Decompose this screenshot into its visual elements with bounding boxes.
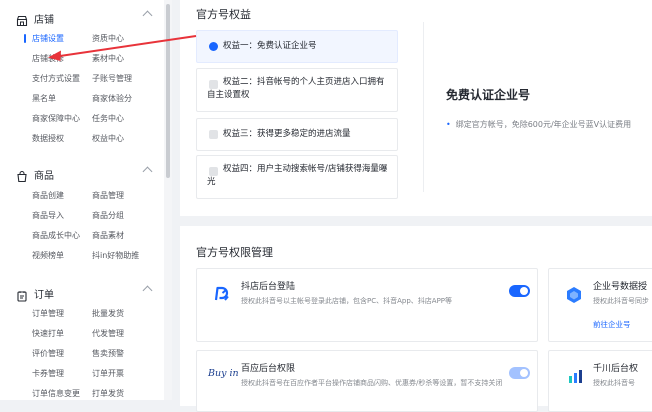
order-icon <box>16 287 28 302</box>
sidebar-item-video-ranking[interactable]: 视频榜单 <box>32 250 64 261</box>
verified-icon <box>209 42 218 51</box>
traffic-icon <box>209 130 218 139</box>
permission-title: 抖店后台登陆 <box>241 282 296 292</box>
sidebar-item-tasks[interactable]: 任务中心 <box>92 113 124 124</box>
sidebar-item-subaccounts[interactable]: 子账号管理 <box>92 73 132 84</box>
sidebar-item-product-create[interactable]: 商品创建 <box>32 190 64 201</box>
permission-desc: 授权此抖音号以主帐号登录此店铺，包含PC、抖音App、抖店APP等 <box>241 297 453 305</box>
benefit-label: 权益四：用户主动搜索帐号/店铺获得海量曝光 <box>207 164 388 187</box>
sidebar-item-dropship[interactable]: 代发管理 <box>92 328 124 339</box>
store-icon <box>16 12 28 27</box>
sidebar-item-product-import[interactable]: 商品导入 <box>32 210 64 221</box>
permission-card-qianchuan: 千川后台权 授权此抖音号 <box>548 350 652 412</box>
buyin-logo: Buy in <box>208 368 239 379</box>
sidebar: 店铺 店铺设置 资质中心 店铺装修 素材中心 支付方式设置 子账号管理 黑名单 … <box>0 0 164 400</box>
permission-title: 百应后台权限 <box>241 364 296 374</box>
sidebar-item-payment[interactable]: 支付方式设置 <box>32 73 80 84</box>
benefit-detail-text: 绑定官方帐号，免除600元/年企业号蓝V认证费用 <box>455 120 632 129</box>
sidebar-section-title: 商品 <box>34 170 54 182</box>
sidebar-item-order-change[interactable]: 订单信息变更 <box>32 388 80 399</box>
chevron-up-icon[interactable] <box>142 166 153 177</box>
benefits-card: 官方号权益 权益一：免费认证企业号 权益二：抖音帐号的个人主页进店入口拥有自主设… <box>180 0 652 216</box>
sidebar-scrollbar-thumb[interactable] <box>166 4 170 178</box>
sidebar-item-quick-print[interactable]: 快速打单 <box>32 328 64 339</box>
permission-desc: 授权此抖音号 <box>593 379 635 387</box>
sidebar-item-benefits[interactable]: 权益中心 <box>92 133 124 144</box>
benefit-label: 权益一：免费认证企业号 <box>223 41 317 51</box>
sidebar-section-title: 店铺 <box>34 14 54 26</box>
sidebar-section-header[interactable]: 商品 <box>16 166 54 183</box>
benefit-item-3[interactable]: 权益三：获得更多稳定的进店流量 <box>196 118 398 151</box>
permission-desc: 授权此抖音号在百应作者平台操作店铺商品闪购、优惠券/秒杀等设置，暂不支持关闭 <box>241 379 503 387</box>
permissions-title: 官方号权限管理 <box>196 246 273 259</box>
sidebar-item-store-settings[interactable]: 店铺设置 <box>32 33 64 44</box>
sidebar-item-decoration[interactable]: 店铺装修 <box>32 53 64 64</box>
sidebar-item-product-material[interactable]: 商品素材 <box>92 230 124 241</box>
sidebar-item-batch-ship[interactable]: 批量发货 <box>92 308 124 319</box>
qianchuan-logo-icon <box>567 367 585 389</box>
permissions-card: 官方号权限管理 抖店后台登陆 授权此抖音号以主帐号登录此店铺，包含PC、抖音Ap… <box>180 226 652 412</box>
go-enterprise-link[interactable]: 前往企业号 <box>593 319 631 330</box>
permission-toggle[interactable] <box>509 367 530 379</box>
bullet-dot: • <box>446 120 451 129</box>
benefit-item-2[interactable]: 权益二：抖音帐号的个人主页进店入口拥有自主设置权 <box>196 68 398 112</box>
sidebar-item-data-auth[interactable]: 数据授权 <box>32 133 64 144</box>
benefit-label: 权益三：获得更多稳定的进店流量 <box>223 129 351 139</box>
main-content: 官方号权益 权益一：免费认证企业号 权益二：抖音帐号的个人主页进店入口拥有自主设… <box>180 0 652 412</box>
sidebar-item-product-group[interactable]: 商品分组 <box>92 210 124 221</box>
toggle-knob <box>520 287 528 295</box>
toggle-knob <box>520 369 528 377</box>
permission-desc: 授权此抖音号同步 <box>593 297 649 305</box>
permission-card-buyin: Buy in 百应后台权限 授权此抖音号在百应作者平台操作店铺商品闪购、优惠券/… <box>196 350 538 412</box>
permission-toggle[interactable] <box>509 285 530 297</box>
permission-title: 千川后台权 <box>593 364 639 374</box>
doudian-logo-icon <box>213 285 231 307</box>
benefit-item-1[interactable]: 权益一：免费认证企业号 <box>196 30 398 63</box>
sidebar-item-sales-alert[interactable]: 售卖预警 <box>92 348 124 359</box>
sidebar-item-coupons[interactable]: 卡券管理 <box>32 368 64 379</box>
benefit-item-4[interactable]: 权益四：用户主动搜索帐号/店铺获得海量曝光 <box>196 155 398 199</box>
chevron-up-icon[interactable] <box>142 10 153 21</box>
permission-card-enterprise-data: 企业号数据授 授权此抖音号同步 前往企业号 <box>548 268 652 342</box>
sidebar-item-print-ship[interactable]: 打单发货 <box>92 388 124 399</box>
benefit-detail-desc: • 绑定官方帐号，免除600元/年企业号蓝V认证费用 <box>446 119 631 130</box>
sidebar-item-blacklist[interactable]: 黑名单 <box>32 93 56 104</box>
sidebar-section-title: 订单 <box>34 289 54 301</box>
enterprise-logo-icon <box>565 286 583 308</box>
sidebar-item-product-manage[interactable]: 商品管理 <box>92 190 124 201</box>
sidebar-item-qualification[interactable]: 资质中心 <box>92 33 124 44</box>
permission-card-doudian-login: 抖店后台登陆 授权此抖音号以主帐号登录此店铺，包含PC、抖音App、抖店APP等 <box>196 268 538 342</box>
sidebar-item-materials[interactable]: 素材中心 <box>92 53 124 64</box>
divider <box>423 22 424 192</box>
sidebar-item-product-growth[interactable]: 商品成长中心 <box>32 230 80 241</box>
chevron-up-icon[interactable] <box>142 285 153 296</box>
sidebar-section-header[interactable]: 店铺 <box>16 10 54 27</box>
sidebar-section-header[interactable]: 订单 <box>16 285 54 302</box>
sidebar-item-douin-boost[interactable]: 抖in好物助推 <box>92 250 139 261</box>
product-icon <box>16 168 28 183</box>
permission-title: 企业号数据授 <box>593 282 648 292</box>
sidebar-item-experience-score[interactable]: 商家体验分 <box>92 93 132 104</box>
sidebar-item-invoice[interactable]: 订单开票 <box>92 368 124 379</box>
active-indicator <box>24 34 26 43</box>
benefit-detail-title: 免费认证企业号 <box>446 88 531 102</box>
benefit-label: 权益二：抖音帐号的个人主页进店入口拥有自主设置权 <box>207 77 385 100</box>
sidebar-item-guarantee[interactable]: 商家保障中心 <box>32 113 80 124</box>
sidebar-item-order-manage[interactable]: 订单管理 <box>32 308 64 319</box>
benefits-title: 官方号权益 <box>196 8 251 21</box>
sidebar-item-reviews[interactable]: 评价管理 <box>32 348 64 359</box>
